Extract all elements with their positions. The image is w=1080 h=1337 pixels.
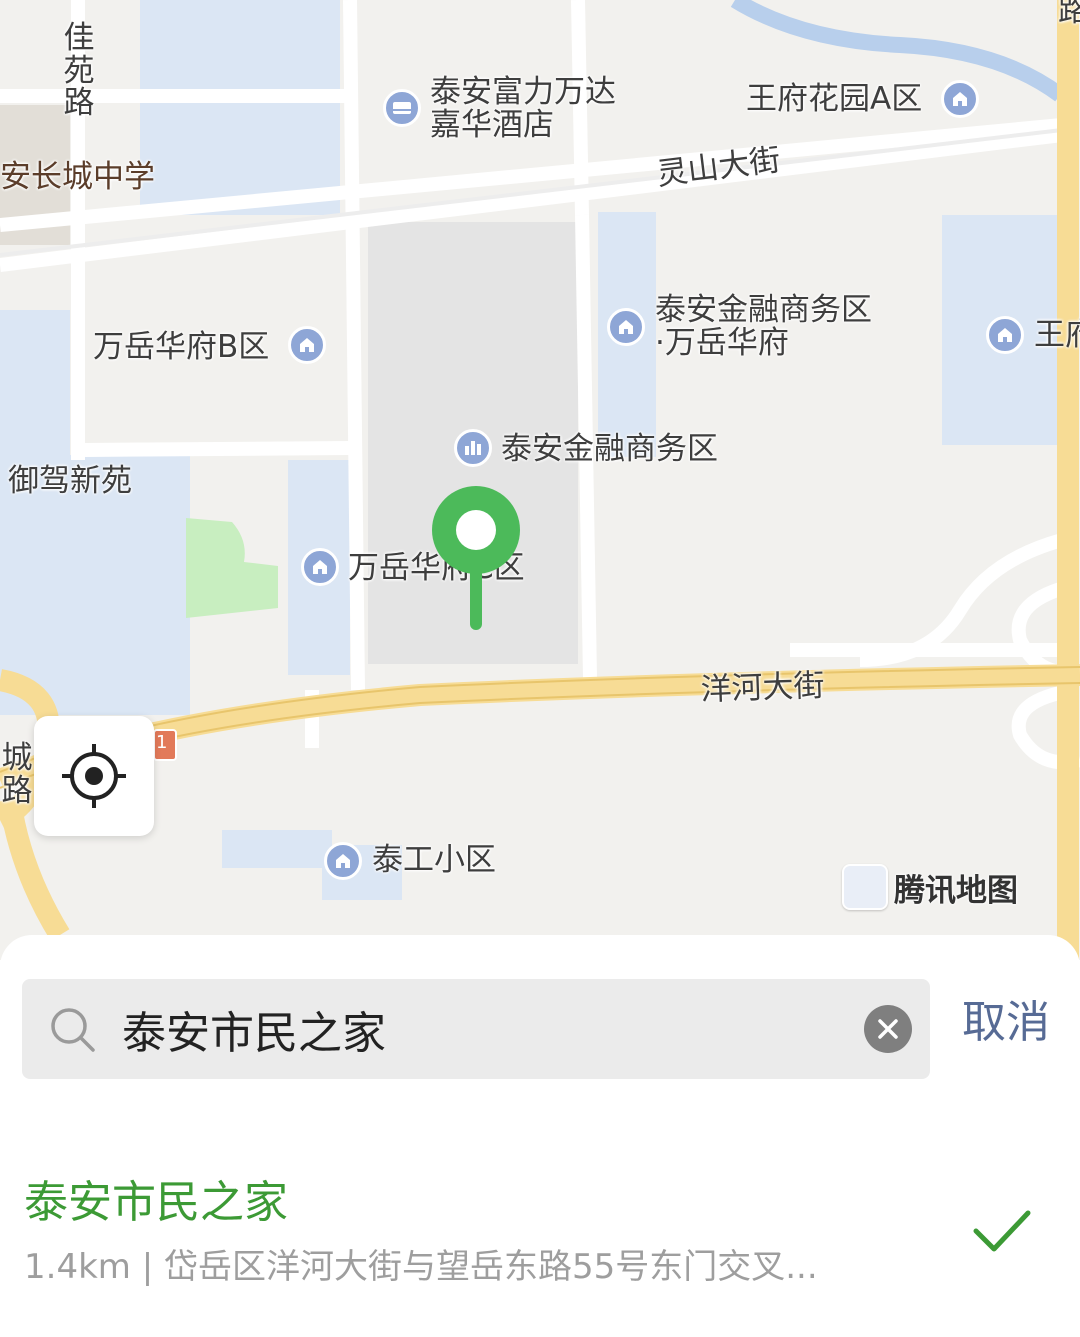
residential-icon[interactable] bbox=[288, 326, 326, 364]
search-sheet: 取消 泰安市民之家 1.4km | 岱岳区洋河大街与望岳东路55号东门交叉... bbox=[0, 935, 1080, 1337]
road-label-left-edge: 城路 bbox=[1, 740, 33, 809]
cancel-button[interactable]: 取消 bbox=[962, 1001, 1050, 1045]
map-brand: 腾讯地图 bbox=[842, 862, 1018, 912]
road-label-yanghe: 洋河大街 bbox=[699, 667, 826, 708]
map-view[interactable]: 1 佳苑路 城路 路 泰安富力万达 嘉华酒店 王府花园A区 安长城中学 灵山大街… bbox=[0, 0, 1080, 960]
road-shield-number: 1 bbox=[156, 732, 168, 753]
close-icon bbox=[878, 1019, 898, 1039]
checkmark-icon bbox=[973, 1210, 1031, 1252]
clear-search-button[interactable] bbox=[864, 1005, 912, 1053]
office-building-icon[interactable] bbox=[454, 429, 492, 467]
poi-label-yujia: 御驾新苑 bbox=[8, 463, 132, 499]
compass-logo-icon bbox=[842, 864, 888, 910]
hotel-icon[interactable] bbox=[383, 89, 421, 127]
brand-name: 腾讯地图 bbox=[894, 872, 1018, 909]
list-item[interactable]: 泰安市民之家 1.4km | 岱岳区洋河大街与望岳东路55号东门交叉... bbox=[0, 1165, 1080, 1325]
result-detail: 1.4km | 岱岳区洋河大街与望岳东路55号东门交叉... bbox=[24, 1247, 818, 1287]
residential-icon[interactable] bbox=[301, 548, 339, 586]
poi-label-taigong: 泰工小区 bbox=[372, 842, 496, 878]
residential-icon[interactable] bbox=[324, 842, 362, 880]
poi-label-school: 安长城中学 bbox=[0, 159, 155, 195]
search-icon bbox=[51, 1008, 95, 1052]
map-base bbox=[0, 0, 1080, 960]
road-label-top-edge: 路 bbox=[1058, 0, 1080, 29]
result-name: 泰安市民之家 bbox=[24, 1177, 288, 1228]
poi-label-wanyue-b: 万岳华府B区 bbox=[93, 329, 270, 365]
residential-icon[interactable] bbox=[607, 308, 645, 346]
search-input[interactable] bbox=[122, 997, 842, 1061]
road-label-jiayuan: 佳苑路 bbox=[63, 20, 95, 122]
poi-label-finance-wanyue: 泰安金融商务区 ·万岳华府 bbox=[655, 292, 872, 362]
poi-label-finance-district: 泰安金融商务区 bbox=[501, 431, 718, 467]
residential-icon[interactable] bbox=[986, 316, 1024, 354]
search-bar[interactable] bbox=[22, 979, 930, 1079]
poi-label-hotel: 泰安富力万达 嘉华酒店 bbox=[430, 74, 616, 144]
residential-icon[interactable] bbox=[941, 80, 979, 118]
crosshair-icon bbox=[62, 744, 126, 808]
poi-label-wangfu-edge: 王府 bbox=[1034, 317, 1080, 353]
poi-label-wangfu-a: 王府花园A区 bbox=[746, 81, 923, 117]
locate-button[interactable] bbox=[34, 716, 154, 836]
map-pin-icon[interactable] bbox=[430, 486, 522, 632]
